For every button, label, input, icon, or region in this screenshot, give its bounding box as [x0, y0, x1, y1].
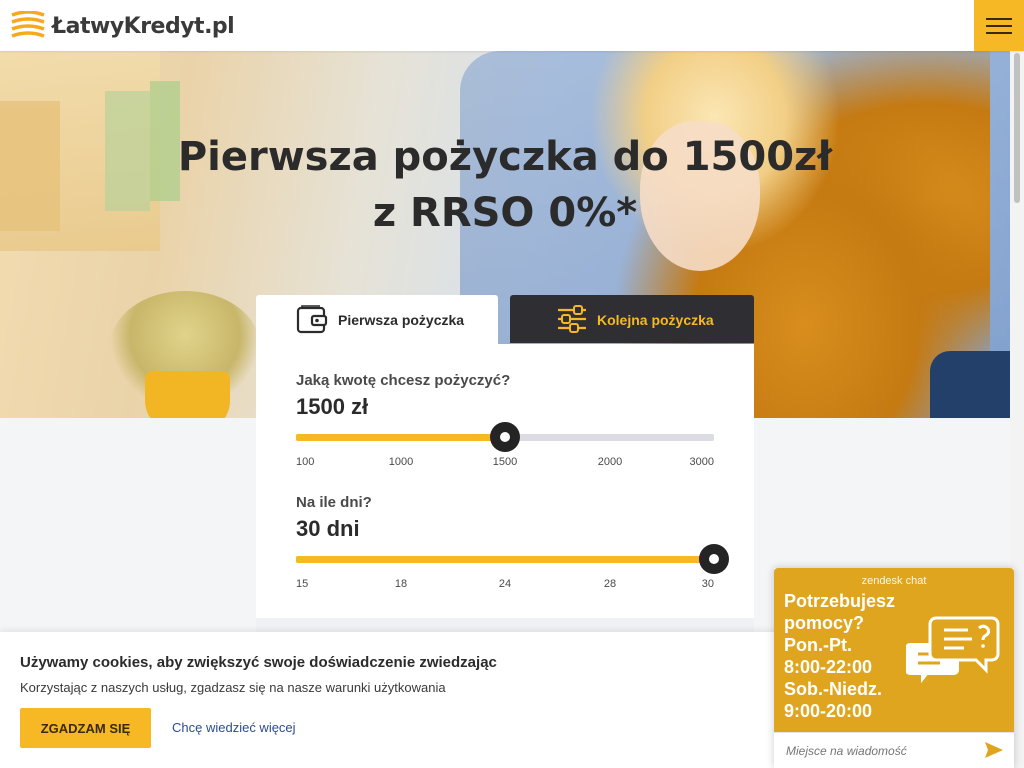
days-ticks: 15 18 24 28 30	[296, 578, 714, 592]
scrollbar-thumb[interactable]	[1014, 53, 1020, 203]
cookie-title: Używamy cookies, aby zwiększyć swoje doś…	[20, 654, 497, 671]
amount-slider[interactable]	[296, 422, 714, 452]
logo-text: ŁatwyKredyt.pl	[52, 13, 235, 39]
days-slider-fill	[296, 556, 714, 563]
menu-button[interactable]	[974, 0, 1024, 51]
days-value: 30 dni	[296, 516, 360, 541]
chat-bubbles-icon	[906, 616, 1000, 689]
amount-tick-label: 2000	[597, 456, 623, 468]
amount-tick-label: 100	[296, 456, 315, 468]
accept-cookies-button[interactable]: ZGADZAM SIĘ	[20, 708, 151, 748]
days-tick-label: 30	[701, 578, 714, 590]
tab-first-loan-label: Pierwsza pożyczka	[338, 312, 465, 328]
tab-next-loan-label: Kolejna pożyczka	[597, 312, 714, 328]
chat-message-input[interactable]	[784, 741, 978, 761]
calculator-panel: Jaką kwotę chcesz pożyczyć? 1500 zł 100 1…	[256, 344, 754, 636]
hamburger-icon	[986, 17, 1012, 20]
learn-more-link[interactable]: Chcę wiedzieć więcej	[172, 720, 296, 735]
amount-slider-fill	[296, 434, 505, 441]
chat-widget[interactable]: zendesk chat Potrzebujesz pomocy? Pon.-P…	[774, 568, 1014, 768]
cookie-text: Korzystając z naszych usług, zgadzasz si…	[20, 680, 446, 695]
days-tick-label: 18	[394, 578, 408, 590]
chat-header[interactable]: zendesk chat Potrzebujesz pomocy? Pon.-P…	[774, 568, 1014, 732]
logo-stripes-icon	[11, 11, 45, 38]
amount-slider-handle[interactable]	[490, 422, 520, 452]
amount-tick-label: 3000	[689, 456, 714, 468]
amount-tick-label: 1500	[492, 456, 518, 468]
top-navigation-bar: ŁatwyKredyt.pl	[0, 0, 1024, 51]
site-logo[interactable]: ŁatwyKredyt.pl	[10, 9, 235, 43]
chat-brand: zendesk chat	[861, 575, 927, 587]
amount-question: Jaką kwotę chcesz pożyczyć?	[296, 372, 511, 389]
send-icon[interactable]	[984, 741, 1004, 759]
days-slider-handle[interactable]	[699, 544, 729, 574]
days-tick-label: 28	[603, 578, 617, 590]
chat-message: Potrzebujesz pomocy? Pon.-Pt. 8:00-22:00…	[784, 591, 896, 721]
chat-input-area	[774, 732, 1014, 768]
days-tick-label: 15	[296, 578, 309, 590]
amount-ticks: 100 1000 1500 2000 3000	[296, 456, 714, 470]
tab-next-loan[interactable]: Kolejna pożyczka	[510, 295, 754, 343]
loan-calculator: Pierwsza pożyczka Kolejna pożyczka Jaką …	[256, 295, 754, 636]
days-slider[interactable]	[296, 544, 729, 574]
sliders-icon	[558, 305, 586, 333]
hero-title: Pierwsza pożyczka do 1500zł z RRSO 0%*	[177, 134, 833, 236]
tab-first-loan[interactable]: Pierwsza pożyczka	[256, 295, 498, 345]
amount-value: 1500 zł	[296, 394, 369, 419]
days-question: Na ile dni?	[296, 494, 372, 511]
amount-tick-label: 1000	[388, 456, 414, 468]
wallet-icon	[296, 305, 328, 334]
days-tick-label: 24	[498, 578, 512, 590]
